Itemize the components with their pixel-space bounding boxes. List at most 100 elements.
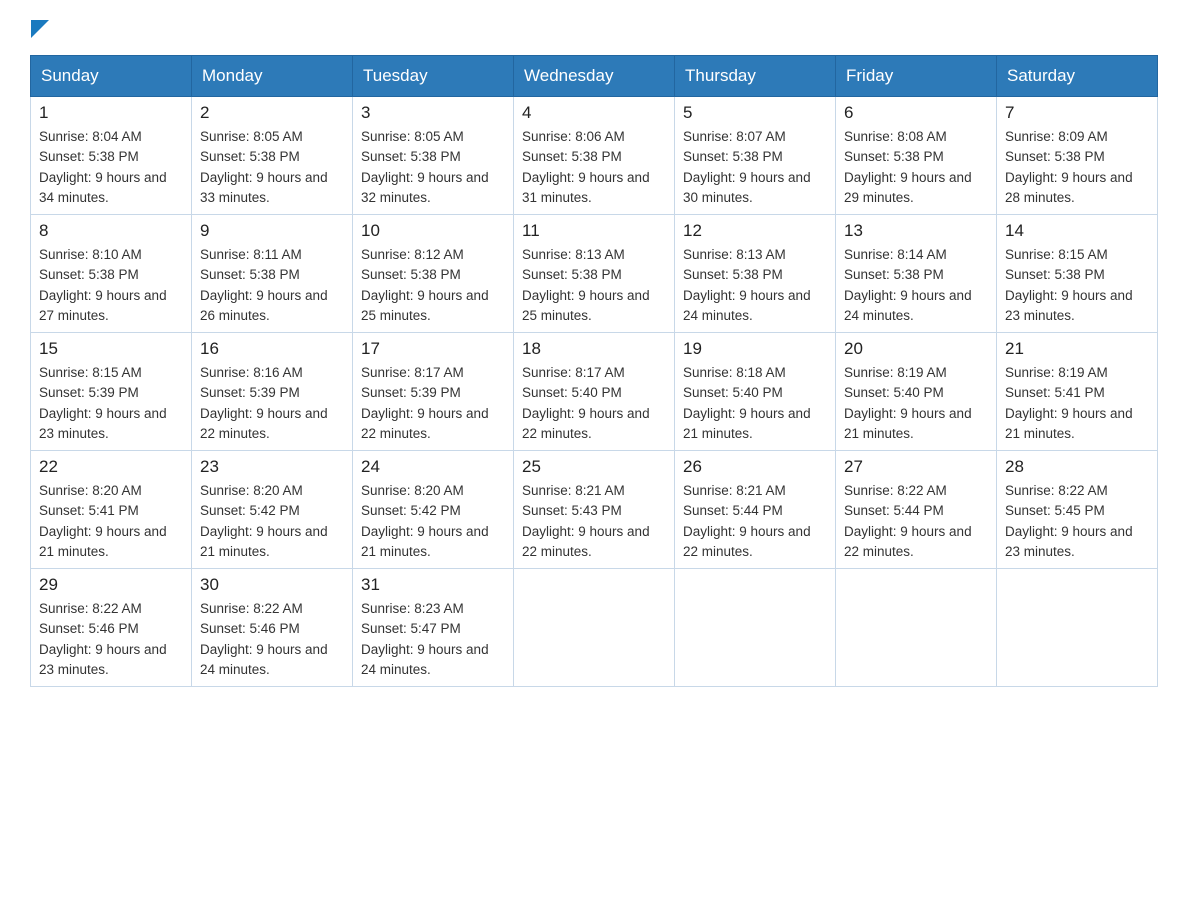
calendar-cell: 24 Sunrise: 8:20 AM Sunset: 5:42 PM Dayl… xyxy=(353,451,514,569)
cell-info: Sunrise: 8:05 AM Sunset: 5:38 PM Dayligh… xyxy=(200,127,344,208)
cell-info: Sunrise: 8:22 AM Sunset: 5:46 PM Dayligh… xyxy=(39,599,183,680)
calendar-week-row: 1 Sunrise: 8:04 AM Sunset: 5:38 PM Dayli… xyxy=(31,97,1158,215)
calendar-cell: 17 Sunrise: 8:17 AM Sunset: 5:39 PM Dayl… xyxy=(353,333,514,451)
calendar-cell: 25 Sunrise: 8:21 AM Sunset: 5:43 PM Dayl… xyxy=(514,451,675,569)
cell-day-number: 16 xyxy=(200,339,344,359)
cell-day-number: 24 xyxy=(361,457,505,477)
cell-day-number: 4 xyxy=(522,103,666,123)
cell-info: Sunrise: 8:13 AM Sunset: 5:38 PM Dayligh… xyxy=(522,245,666,326)
calendar-cell: 15 Sunrise: 8:15 AM Sunset: 5:39 PM Dayl… xyxy=(31,333,192,451)
cell-info: Sunrise: 8:16 AM Sunset: 5:39 PM Dayligh… xyxy=(200,363,344,444)
calendar-cell: 23 Sunrise: 8:20 AM Sunset: 5:42 PM Dayl… xyxy=(192,451,353,569)
cell-info: Sunrise: 8:22 AM Sunset: 5:44 PM Dayligh… xyxy=(844,481,988,562)
calendar-cell: 12 Sunrise: 8:13 AM Sunset: 5:38 PM Dayl… xyxy=(675,215,836,333)
cell-day-number: 14 xyxy=(1005,221,1149,241)
cell-day-number: 1 xyxy=(39,103,183,123)
cell-day-number: 17 xyxy=(361,339,505,359)
calendar-cell: 5 Sunrise: 8:07 AM Sunset: 5:38 PM Dayli… xyxy=(675,97,836,215)
cell-info: Sunrise: 8:22 AM Sunset: 5:46 PM Dayligh… xyxy=(200,599,344,680)
cell-info: Sunrise: 8:12 AM Sunset: 5:38 PM Dayligh… xyxy=(361,245,505,326)
calendar-cell: 20 Sunrise: 8:19 AM Sunset: 5:40 PM Dayl… xyxy=(836,333,997,451)
calendar-cell xyxy=(514,569,675,687)
calendar-cell: 9 Sunrise: 8:11 AM Sunset: 5:38 PM Dayli… xyxy=(192,215,353,333)
cell-info: Sunrise: 8:09 AM Sunset: 5:38 PM Dayligh… xyxy=(1005,127,1149,208)
calendar-cell: 8 Sunrise: 8:10 AM Sunset: 5:38 PM Dayli… xyxy=(31,215,192,333)
calendar-cell: 29 Sunrise: 8:22 AM Sunset: 5:46 PM Dayl… xyxy=(31,569,192,687)
cell-day-number: 2 xyxy=(200,103,344,123)
calendar-week-row: 29 Sunrise: 8:22 AM Sunset: 5:46 PM Dayl… xyxy=(31,569,1158,687)
cell-info: Sunrise: 8:19 AM Sunset: 5:41 PM Dayligh… xyxy=(1005,363,1149,444)
cell-day-number: 10 xyxy=(361,221,505,241)
calendar-cell: 1 Sunrise: 8:04 AM Sunset: 5:38 PM Dayli… xyxy=(31,97,192,215)
calendar-cell xyxy=(675,569,836,687)
logo xyxy=(30,20,49,37)
cell-day-number: 22 xyxy=(39,457,183,477)
calendar-cell: 11 Sunrise: 8:13 AM Sunset: 5:38 PM Dayl… xyxy=(514,215,675,333)
cell-info: Sunrise: 8:17 AM Sunset: 5:39 PM Dayligh… xyxy=(361,363,505,444)
calendar-header-row: SundayMondayTuesdayWednesdayThursdayFrid… xyxy=(31,56,1158,97)
cell-info: Sunrise: 8:14 AM Sunset: 5:38 PM Dayligh… xyxy=(844,245,988,326)
day-header-wednesday: Wednesday xyxy=(514,56,675,97)
cell-info: Sunrise: 8:06 AM Sunset: 5:38 PM Dayligh… xyxy=(522,127,666,208)
cell-info: Sunrise: 8:20 AM Sunset: 5:41 PM Dayligh… xyxy=(39,481,183,562)
logo-triangle-icon xyxy=(31,20,49,38)
page-header xyxy=(30,20,1158,37)
calendar-week-row: 15 Sunrise: 8:15 AM Sunset: 5:39 PM Dayl… xyxy=(31,333,1158,451)
calendar-week-row: 8 Sunrise: 8:10 AM Sunset: 5:38 PM Dayli… xyxy=(31,215,1158,333)
calendar-cell: 27 Sunrise: 8:22 AM Sunset: 5:44 PM Dayl… xyxy=(836,451,997,569)
cell-day-number: 9 xyxy=(200,221,344,241)
cell-info: Sunrise: 8:21 AM Sunset: 5:43 PM Dayligh… xyxy=(522,481,666,562)
cell-info: Sunrise: 8:15 AM Sunset: 5:38 PM Dayligh… xyxy=(1005,245,1149,326)
calendar-cell: 19 Sunrise: 8:18 AM Sunset: 5:40 PM Dayl… xyxy=(675,333,836,451)
calendar-cell: 3 Sunrise: 8:05 AM Sunset: 5:38 PM Dayli… xyxy=(353,97,514,215)
cell-day-number: 3 xyxy=(361,103,505,123)
cell-info: Sunrise: 8:13 AM Sunset: 5:38 PM Dayligh… xyxy=(683,245,827,326)
day-header-friday: Friday xyxy=(836,56,997,97)
day-header-saturday: Saturday xyxy=(997,56,1158,97)
calendar-cell: 28 Sunrise: 8:22 AM Sunset: 5:45 PM Dayl… xyxy=(997,451,1158,569)
calendar-cell: 13 Sunrise: 8:14 AM Sunset: 5:38 PM Dayl… xyxy=(836,215,997,333)
cell-day-number: 29 xyxy=(39,575,183,595)
cell-day-number: 31 xyxy=(361,575,505,595)
cell-info: Sunrise: 8:07 AM Sunset: 5:38 PM Dayligh… xyxy=(683,127,827,208)
calendar-cell: 26 Sunrise: 8:21 AM Sunset: 5:44 PM Dayl… xyxy=(675,451,836,569)
cell-day-number: 20 xyxy=(844,339,988,359)
cell-info: Sunrise: 8:19 AM Sunset: 5:40 PM Dayligh… xyxy=(844,363,988,444)
calendar-cell xyxy=(997,569,1158,687)
cell-info: Sunrise: 8:11 AM Sunset: 5:38 PM Dayligh… xyxy=(200,245,344,326)
cell-day-number: 15 xyxy=(39,339,183,359)
day-header-sunday: Sunday xyxy=(31,56,192,97)
calendar-cell: 6 Sunrise: 8:08 AM Sunset: 5:38 PM Dayli… xyxy=(836,97,997,215)
day-header-thursday: Thursday xyxy=(675,56,836,97)
cell-info: Sunrise: 8:04 AM Sunset: 5:38 PM Dayligh… xyxy=(39,127,183,208)
calendar-cell: 14 Sunrise: 8:15 AM Sunset: 5:38 PM Dayl… xyxy=(997,215,1158,333)
cell-info: Sunrise: 8:15 AM Sunset: 5:39 PM Dayligh… xyxy=(39,363,183,444)
calendar-cell: 2 Sunrise: 8:05 AM Sunset: 5:38 PM Dayli… xyxy=(192,97,353,215)
cell-day-number: 5 xyxy=(683,103,827,123)
cell-info: Sunrise: 8:18 AM Sunset: 5:40 PM Dayligh… xyxy=(683,363,827,444)
calendar-cell: 30 Sunrise: 8:22 AM Sunset: 5:46 PM Dayl… xyxy=(192,569,353,687)
cell-info: Sunrise: 8:08 AM Sunset: 5:38 PM Dayligh… xyxy=(844,127,988,208)
cell-info: Sunrise: 8:20 AM Sunset: 5:42 PM Dayligh… xyxy=(200,481,344,562)
cell-info: Sunrise: 8:23 AM Sunset: 5:47 PM Dayligh… xyxy=(361,599,505,680)
cell-day-number: 21 xyxy=(1005,339,1149,359)
cell-day-number: 27 xyxy=(844,457,988,477)
cell-info: Sunrise: 8:20 AM Sunset: 5:42 PM Dayligh… xyxy=(361,481,505,562)
cell-day-number: 19 xyxy=(683,339,827,359)
calendar-cell: 31 Sunrise: 8:23 AM Sunset: 5:47 PM Dayl… xyxy=(353,569,514,687)
cell-day-number: 7 xyxy=(1005,103,1149,123)
calendar-cell: 4 Sunrise: 8:06 AM Sunset: 5:38 PM Dayli… xyxy=(514,97,675,215)
cell-info: Sunrise: 8:05 AM Sunset: 5:38 PM Dayligh… xyxy=(361,127,505,208)
calendar-cell: 21 Sunrise: 8:19 AM Sunset: 5:41 PM Dayl… xyxy=(997,333,1158,451)
calendar-cell xyxy=(836,569,997,687)
calendar-cell: 7 Sunrise: 8:09 AM Sunset: 5:38 PM Dayli… xyxy=(997,97,1158,215)
calendar-cell: 10 Sunrise: 8:12 AM Sunset: 5:38 PM Dayl… xyxy=(353,215,514,333)
cell-day-number: 28 xyxy=(1005,457,1149,477)
cell-info: Sunrise: 8:21 AM Sunset: 5:44 PM Dayligh… xyxy=(683,481,827,562)
cell-day-number: 12 xyxy=(683,221,827,241)
cell-day-number: 13 xyxy=(844,221,988,241)
cell-day-number: 11 xyxy=(522,221,666,241)
cell-day-number: 18 xyxy=(522,339,666,359)
cell-day-number: 26 xyxy=(683,457,827,477)
calendar-cell: 16 Sunrise: 8:16 AM Sunset: 5:39 PM Dayl… xyxy=(192,333,353,451)
